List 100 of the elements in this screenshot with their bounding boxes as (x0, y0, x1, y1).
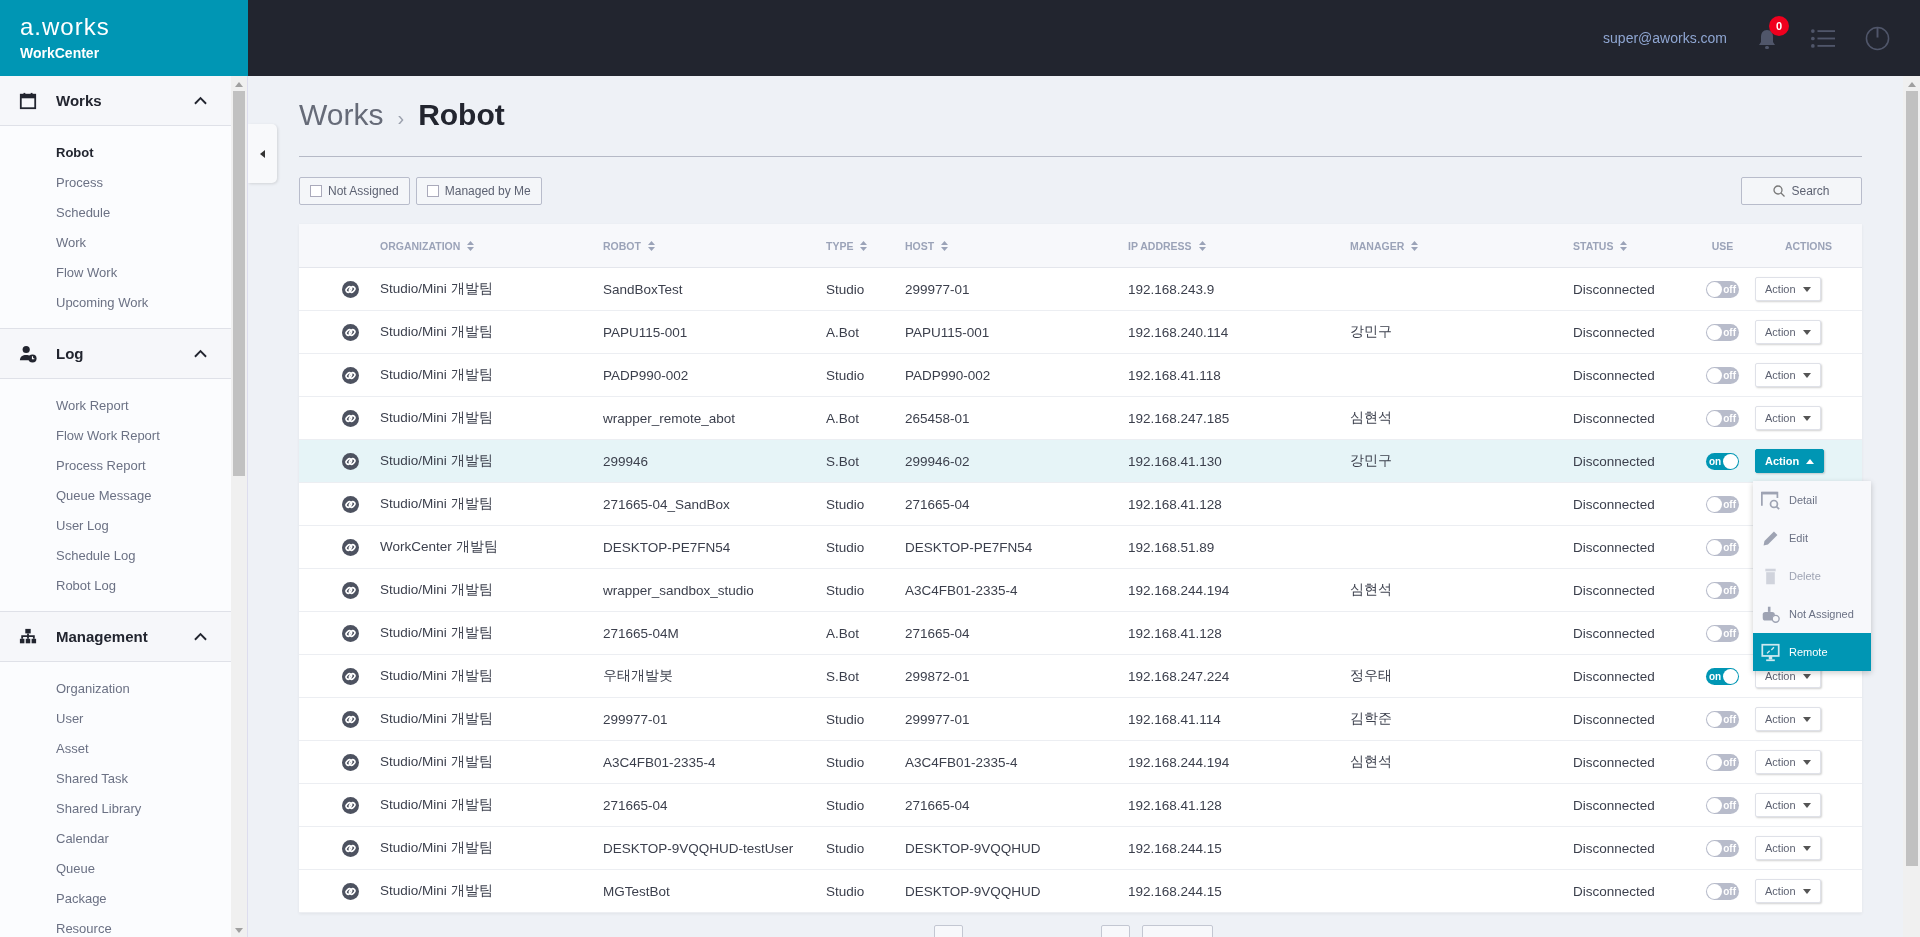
manager-cell: 강민구 (1350, 324, 1392, 339)
organization-cell: Studio/Mini 개발팀 (380, 840, 493, 855)
type-cell: Studio (826, 797, 865, 813)
host-cell: PAPU115-001 (905, 324, 990, 340)
manager-cell: 강민구 (1350, 453, 1392, 468)
organization-cell: Studio/Mini 개발팀 (380, 797, 493, 812)
robot-name-cell: DESKTOP-9VQQHUD-testUser (603, 840, 794, 856)
host-cell: 299946-02 (905, 453, 970, 469)
organization-cell: Studio/Mini 개발팀 (380, 367, 493, 382)
robot-name-cell: MGTestBot (603, 883, 670, 899)
host-cell: 271665-04 (905, 625, 970, 641)
type-cell: Studio (826, 840, 865, 856)
ip-address-cell: 192.168.51.89 (1128, 539, 1215, 555)
ip-address-cell: 192.168.244.15 (1128, 840, 1222, 856)
type-cell: Studio (826, 281, 865, 297)
robot-name-cell: wrapper_remote_abot (603, 410, 736, 426)
section-title: Works (56, 92, 103, 109)
host-cell: 265458-01 (905, 410, 970, 426)
organization-cell: Studio/Mini 개발팀 (380, 324, 493, 339)
robot-name-cell: 299946 (603, 453, 649, 469)
page-title: Robot (418, 98, 505, 132)
type-cell: Studio (826, 367, 865, 383)
status-cell: Disconnected (1573, 410, 1655, 426)
ip-address-cell: 192.168.247.224 (1128, 668, 1230, 684)
status-cell: Disconnected (1573, 453, 1655, 469)
ip-address-cell: 192.168.244.15 (1128, 883, 1222, 899)
organization-cell: Studio/Mini 개발팀 (380, 582, 493, 597)
ip-address-cell: 192.168.41.130 (1128, 453, 1222, 469)
organization-cell: Studio/Mini 개발팀 (380, 625, 493, 640)
type-cell: Studio (826, 582, 865, 598)
organization-cell: WorkCenter 개발팀 (380, 539, 498, 554)
organization-cell: Studio/Mini 개발팀 (380, 496, 493, 511)
organization-cell: Studio/Mini 개발팀 (380, 883, 493, 898)
status-cell: Disconnected (1573, 539, 1655, 555)
status-cell: Disconnected (1573, 797, 1655, 813)
type-cell: Studio (826, 711, 865, 727)
robot-name-cell: PADP990-002 (603, 367, 689, 383)
ip-address-cell: 192.168.41.128 (1128, 496, 1222, 512)
type-cell: S.Bot (826, 668, 860, 684)
host-cell: 271665-04 (905, 496, 970, 512)
robot-name-cell: 271665-04 (603, 797, 668, 813)
ip-address-cell: 192.168.41.128 (1128, 625, 1222, 641)
ip-address-cell: 192.168.41.114 (1128, 711, 1221, 727)
status-cell: Disconnected (1573, 883, 1655, 899)
host-cell: A3C4FB01-2335-4 (905, 582, 1018, 598)
organization-cell: Studio/Mini 개발팀 (380, 754, 493, 769)
status-cell: Disconnected (1573, 711, 1655, 727)
manager-cell: 정우태 (1350, 668, 1392, 683)
organization-cell: Studio/Mini 개발팀 (380, 281, 493, 296)
section-title: Management (56, 628, 149, 645)
robot-name-cell: DESKTOP-PE7FN54 (603, 539, 731, 555)
type-cell: A.Bot (826, 625, 860, 641)
host-cell: 299872-01 (905, 668, 970, 684)
robot-name-cell: A3C4FB01-2335-4 (603, 754, 716, 770)
host-cell: A3C4FB01-2335-4 (905, 754, 1018, 770)
robot-name-cell: PAPU115-001 (603, 324, 688, 340)
robot-name-cell: 우태개발봇 (603, 668, 673, 683)
status-cell: Disconnected (1573, 324, 1655, 340)
robot-name-cell: SandBoxTest (603, 281, 683, 297)
robot-name-cell: 271665-04_SandBox (603, 496, 730, 512)
organization-cell: Studio/Mini 개발팀 (380, 453, 493, 468)
ip-address-cell: 192.168.247.185 (1128, 410, 1230, 426)
organization-cell: Studio/Mini 개발팀 (380, 410, 493, 425)
ip-address-cell: 192.168.243.9 (1128, 281, 1215, 297)
organization-cell: Studio/Mini 개발팀 (380, 668, 493, 683)
type-cell: S.Bot (826, 453, 860, 469)
status-cell: Disconnected (1573, 625, 1655, 641)
host-cell: PADP990-002 (905, 367, 991, 383)
type-cell: Studio (826, 539, 865, 555)
host-cell: DESKTOP-9VQQHUD (905, 840, 1041, 856)
robot-name-cell: 271665-04M (603, 625, 679, 641)
notification-badge: 0 (1769, 16, 1789, 36)
manager-cell: 심현석 (1350, 410, 1392, 425)
logo: a.works (20, 15, 111, 39)
manager-cell: 김학준 (1350, 711, 1392, 726)
ip-address-cell: 192.168.240.114 (1128, 324, 1229, 340)
host-cell: 299977-01 (905, 281, 970, 297)
type-cell: A.Bot (826, 324, 860, 340)
organization-cell: Studio/Mini 개발팀 (380, 711, 493, 726)
product-name: WorkCenter (20, 45, 101, 61)
status-cell: Disconnected (1573, 668, 1655, 684)
host-cell: DESKTOP-9VQQHUD (905, 883, 1041, 899)
column-header: USE (1710, 239, 1735, 252)
type-cell: Studio (826, 754, 865, 770)
status-cell: Disconnected (1573, 281, 1655, 297)
manager-cell: 심현석 (1350, 582, 1392, 597)
manager-cell: 심현석 (1350, 754, 1392, 769)
ip-address-cell: 192.168.244.194 (1128, 754, 1230, 770)
type-cell: A.Bot (826, 410, 860, 426)
host-cell: DESKTOP-PE7FN54 (905, 539, 1033, 555)
robot-name-cell: wrapper_sandbox_studio (603, 582, 754, 598)
status-cell: Disconnected (1573, 496, 1655, 512)
ip-address-cell: 192.168.41.118 (1128, 367, 1221, 383)
ip-address-cell: 192.168.244.194 (1128, 582, 1230, 598)
host-cell: 299977-01 (905, 711, 970, 727)
status-cell: Disconnected (1573, 840, 1655, 856)
type-cell: Studio (826, 496, 865, 512)
section-title: Log (56, 345, 85, 362)
breadcrumb-separator: › (397, 107, 405, 130)
status-cell: Disconnected (1573, 367, 1655, 383)
